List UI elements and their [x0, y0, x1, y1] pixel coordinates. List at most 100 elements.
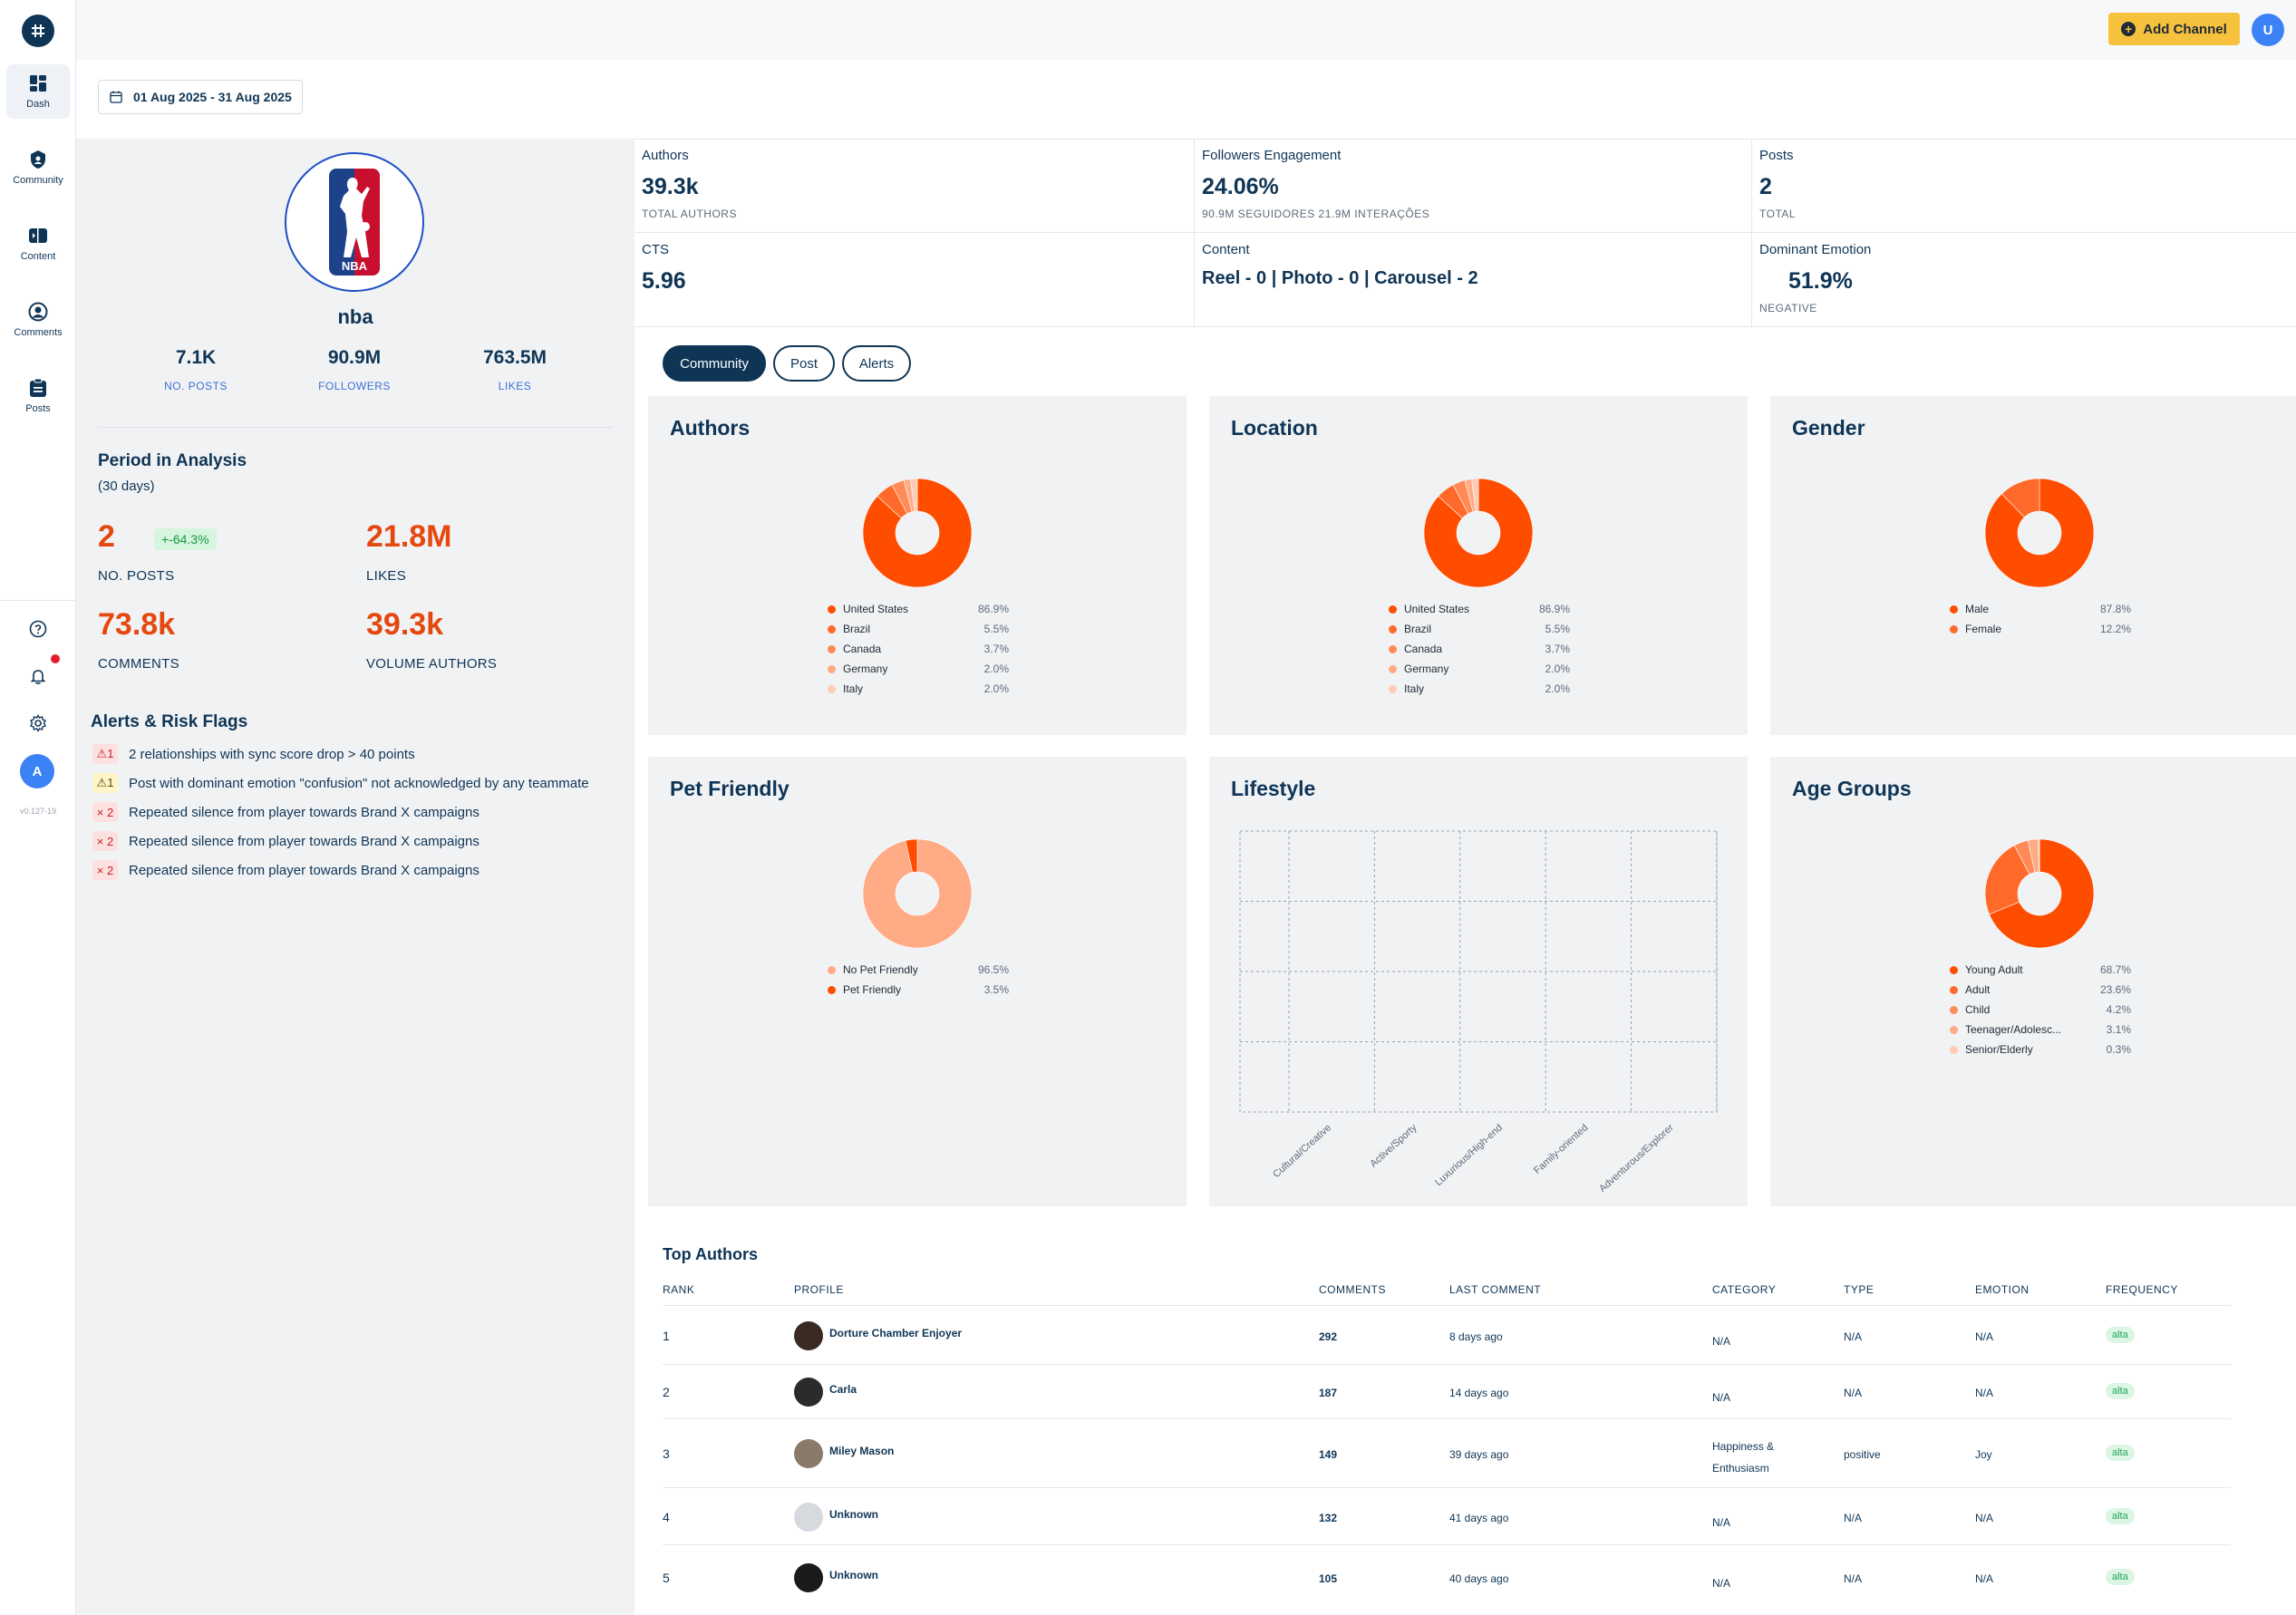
notification-row — [0, 665, 76, 687]
alert-critical-badge: × 2 — [92, 802, 118, 822]
col-header-profile[interactable]: PROFILE — [794, 1283, 844, 1296]
legend-item[interactable]: Young Adult 68.7% — [1950, 960, 2131, 980]
author-name[interactable]: Unknown — [829, 1569, 878, 1581]
frequency-badge: alta — [2106, 1445, 2135, 1461]
col-header-emotion[interactable]: EMOTION — [1975, 1283, 2030, 1296]
profile-stat-likes: 763.5M LIKES — [442, 347, 587, 392]
tab-post[interactable]: Post — [773, 345, 835, 382]
svg-text:NBA: NBA — [342, 259, 368, 273]
gear-icon[interactable] — [27, 712, 49, 734]
add-channel-button[interactable]: + Add Channel — [2108, 13, 2240, 45]
nav-item-content[interactable]: Content — [6, 217, 70, 271]
col-header-comments[interactable]: COMMENTS — [1319, 1283, 1386, 1296]
legend-value: 23.6% — [2099, 983, 2131, 996]
legend-swatch — [1389, 624, 1397, 633]
author-name[interactable]: Unknown — [829, 1508, 878, 1521]
kpi-cts: CTS 5.96 — [635, 233, 1195, 327]
period-comments-label: COMMENTS — [98, 656, 179, 672]
legend-swatch — [1950, 1005, 1958, 1014]
profile-stat-followers: 90.9M FOLLOWERS — [282, 347, 427, 392]
legend-item[interactable]: No Pet Friendly 96.5% — [828, 960, 1009, 980]
author-avatar[interactable] — [794, 1563, 823, 1592]
bell-icon[interactable] — [27, 665, 49, 687]
legend-swatch — [1950, 604, 1958, 614]
table-row[interactable]: 5 Unknown 105 40 days ago N/A N/A N/A alta — [663, 1545, 2231, 1610]
left-navigation: Dash Community Content Comments Posts A … — [0, 0, 76, 1615]
legend-item[interactable]: Italy 2.0% — [828, 679, 1009, 699]
account-avatar[interactable]: U — [2252, 14, 2284, 46]
nav-item-comments[interactable]: Comments — [6, 293, 70, 347]
kpi-title: Posts — [1759, 148, 1794, 163]
legend-label: Italy — [1404, 682, 1425, 695]
legend-item[interactable]: United States 86.9% — [1389, 599, 1570, 619]
legend-item[interactable]: Germany 2.0% — [828, 659, 1009, 679]
legend-item[interactable]: Canada 3.7% — [828, 639, 1009, 659]
table-row[interactable]: 3 Miley Mason 149 39 days ago Happiness & En… — [663, 1419, 2231, 1488]
author-avatar[interactable] — [794, 1439, 823, 1468]
kpi-emotion: Dominant Emotion 51.9% NEGATIVE — [1752, 233, 2296, 327]
col-header-rank[interactable]: RANK — [663, 1283, 694, 1296]
location-chart-card: Location United States 86.9% Brazil 5.5% Can… — [1209, 396, 1748, 735]
legend-item[interactable]: Brazil 5.5% — [828, 619, 1009, 639]
legend-item[interactable]: Pet Friendly 3.5% — [828, 980, 1009, 1000]
app-logo[interactable] — [22, 15, 54, 47]
table-row[interactable]: 4 Unknown 132 41 days ago N/A N/A N/A alta — [663, 1488, 2231, 1545]
nav-item-posts[interactable]: Posts — [6, 369, 70, 423]
legend-value: 2.0% — [1545, 682, 1570, 695]
col-header-last-comment[interactable]: LAST COMMENT — [1449, 1283, 1541, 1296]
legend-item[interactable]: Adult 23.6% — [1950, 980, 2131, 1000]
user-avatar[interactable]: A — [20, 754, 54, 788]
kpi-title: Followers Engagement — [1202, 148, 1342, 163]
alert-item[interactable]: × 2 Repeated silence from player towards… — [92, 860, 480, 880]
emotion-cell: N/A — [1975, 1572, 1994, 1585]
tab-community[interactable]: Community — [663, 345, 766, 382]
table-row[interactable]: 1 Dorture Chamber Enjoyer 292 8 days ago N/A… — [663, 1306, 2231, 1365]
alert-item[interactable]: ⚠1 Post with dominant emotion "confusion… — [92, 773, 589, 793]
legend-swatch — [1950, 1045, 1958, 1054]
nav-item-dash[interactable]: Dash — [6, 64, 70, 119]
author-name[interactable]: Miley Mason — [829, 1445, 894, 1457]
kpi-value: 5.96 — [642, 268, 686, 294]
author-name[interactable]: Dorture Chamber Enjoyer — [829, 1327, 962, 1339]
stat-value: 763.5M — [482, 347, 547, 368]
legend-item[interactable]: Brazil 5.5% — [1389, 619, 1570, 639]
legend-item[interactable]: Germany 2.0% — [1389, 659, 1570, 679]
legend-label: Brazil — [843, 623, 871, 635]
chart-legend: No Pet Friendly 96.5% Pet Friendly 3.5% — [828, 960, 1009, 1000]
legend-swatch — [828, 684, 836, 693]
legend-item[interactable]: Female 12.2% — [1950, 619, 2131, 639]
x-tick-label: Cultural/Creative — [1271, 1122, 1333, 1180]
alert-item[interactable]: × 2 Repeated silence from player towards… — [92, 802, 480, 822]
legend-value: 12.2% — [2099, 623, 2131, 635]
tab-alerts[interactable]: Alerts — [842, 345, 911, 382]
profile-avatar[interactable]: NBA — [285, 152, 424, 292]
alert-item[interactable]: × 2 Repeated silence from player towards… — [92, 831, 480, 851]
col-header-frequency[interactable]: FREQUENCY — [2106, 1283, 2178, 1296]
table-row[interactable]: 2 Carla 187 14 days ago N/A N/A N/A alta — [663, 1365, 2231, 1419]
emotion-cell: N/A — [1975, 1387, 1994, 1399]
author-name[interactable]: Carla — [829, 1383, 857, 1396]
settings-row — [0, 712, 76, 734]
date-range-picker[interactable]: 01 Aug 2025 - 31 Aug 2025 — [98, 80, 303, 114]
panel-divider — [98, 427, 613, 428]
kpi-title: Content — [1202, 242, 1250, 257]
chart-title: Location — [1231, 416, 1318, 440]
legend-item[interactable]: Italy 2.0% — [1389, 679, 1570, 699]
alert-item[interactable]: ⚠1 2 relationships with sync score drop … — [92, 744, 415, 764]
author-avatar[interactable] — [794, 1378, 823, 1407]
legend-item[interactable]: Teenager/Adolesc... 3.1% — [1950, 1020, 2131, 1040]
legend-item[interactable]: Male 87.8% — [1950, 599, 2131, 619]
nav-item-community[interactable]: Community — [6, 140, 70, 195]
legend-item[interactable]: Canada 3.7% — [1389, 639, 1570, 659]
chart-title: Pet Friendly — [670, 777, 790, 800]
legend-item[interactable]: Senior/Elderly 0.3% — [1950, 1040, 2131, 1059]
author-avatar[interactable] — [794, 1320, 823, 1350]
legend-label: Pet Friendly — [843, 983, 902, 996]
help-icon[interactable] — [27, 618, 49, 640]
author-avatar[interactable] — [794, 1502, 823, 1532]
legend-label: Canada — [1404, 643, 1443, 655]
legend-item[interactable]: United States 86.9% — [828, 599, 1009, 619]
col-header-type[interactable]: TYPE — [1844, 1283, 1874, 1296]
legend-item[interactable]: Child 4.2% — [1950, 1000, 2131, 1020]
col-header-category[interactable]: CATEGORY — [1712, 1283, 1776, 1296]
